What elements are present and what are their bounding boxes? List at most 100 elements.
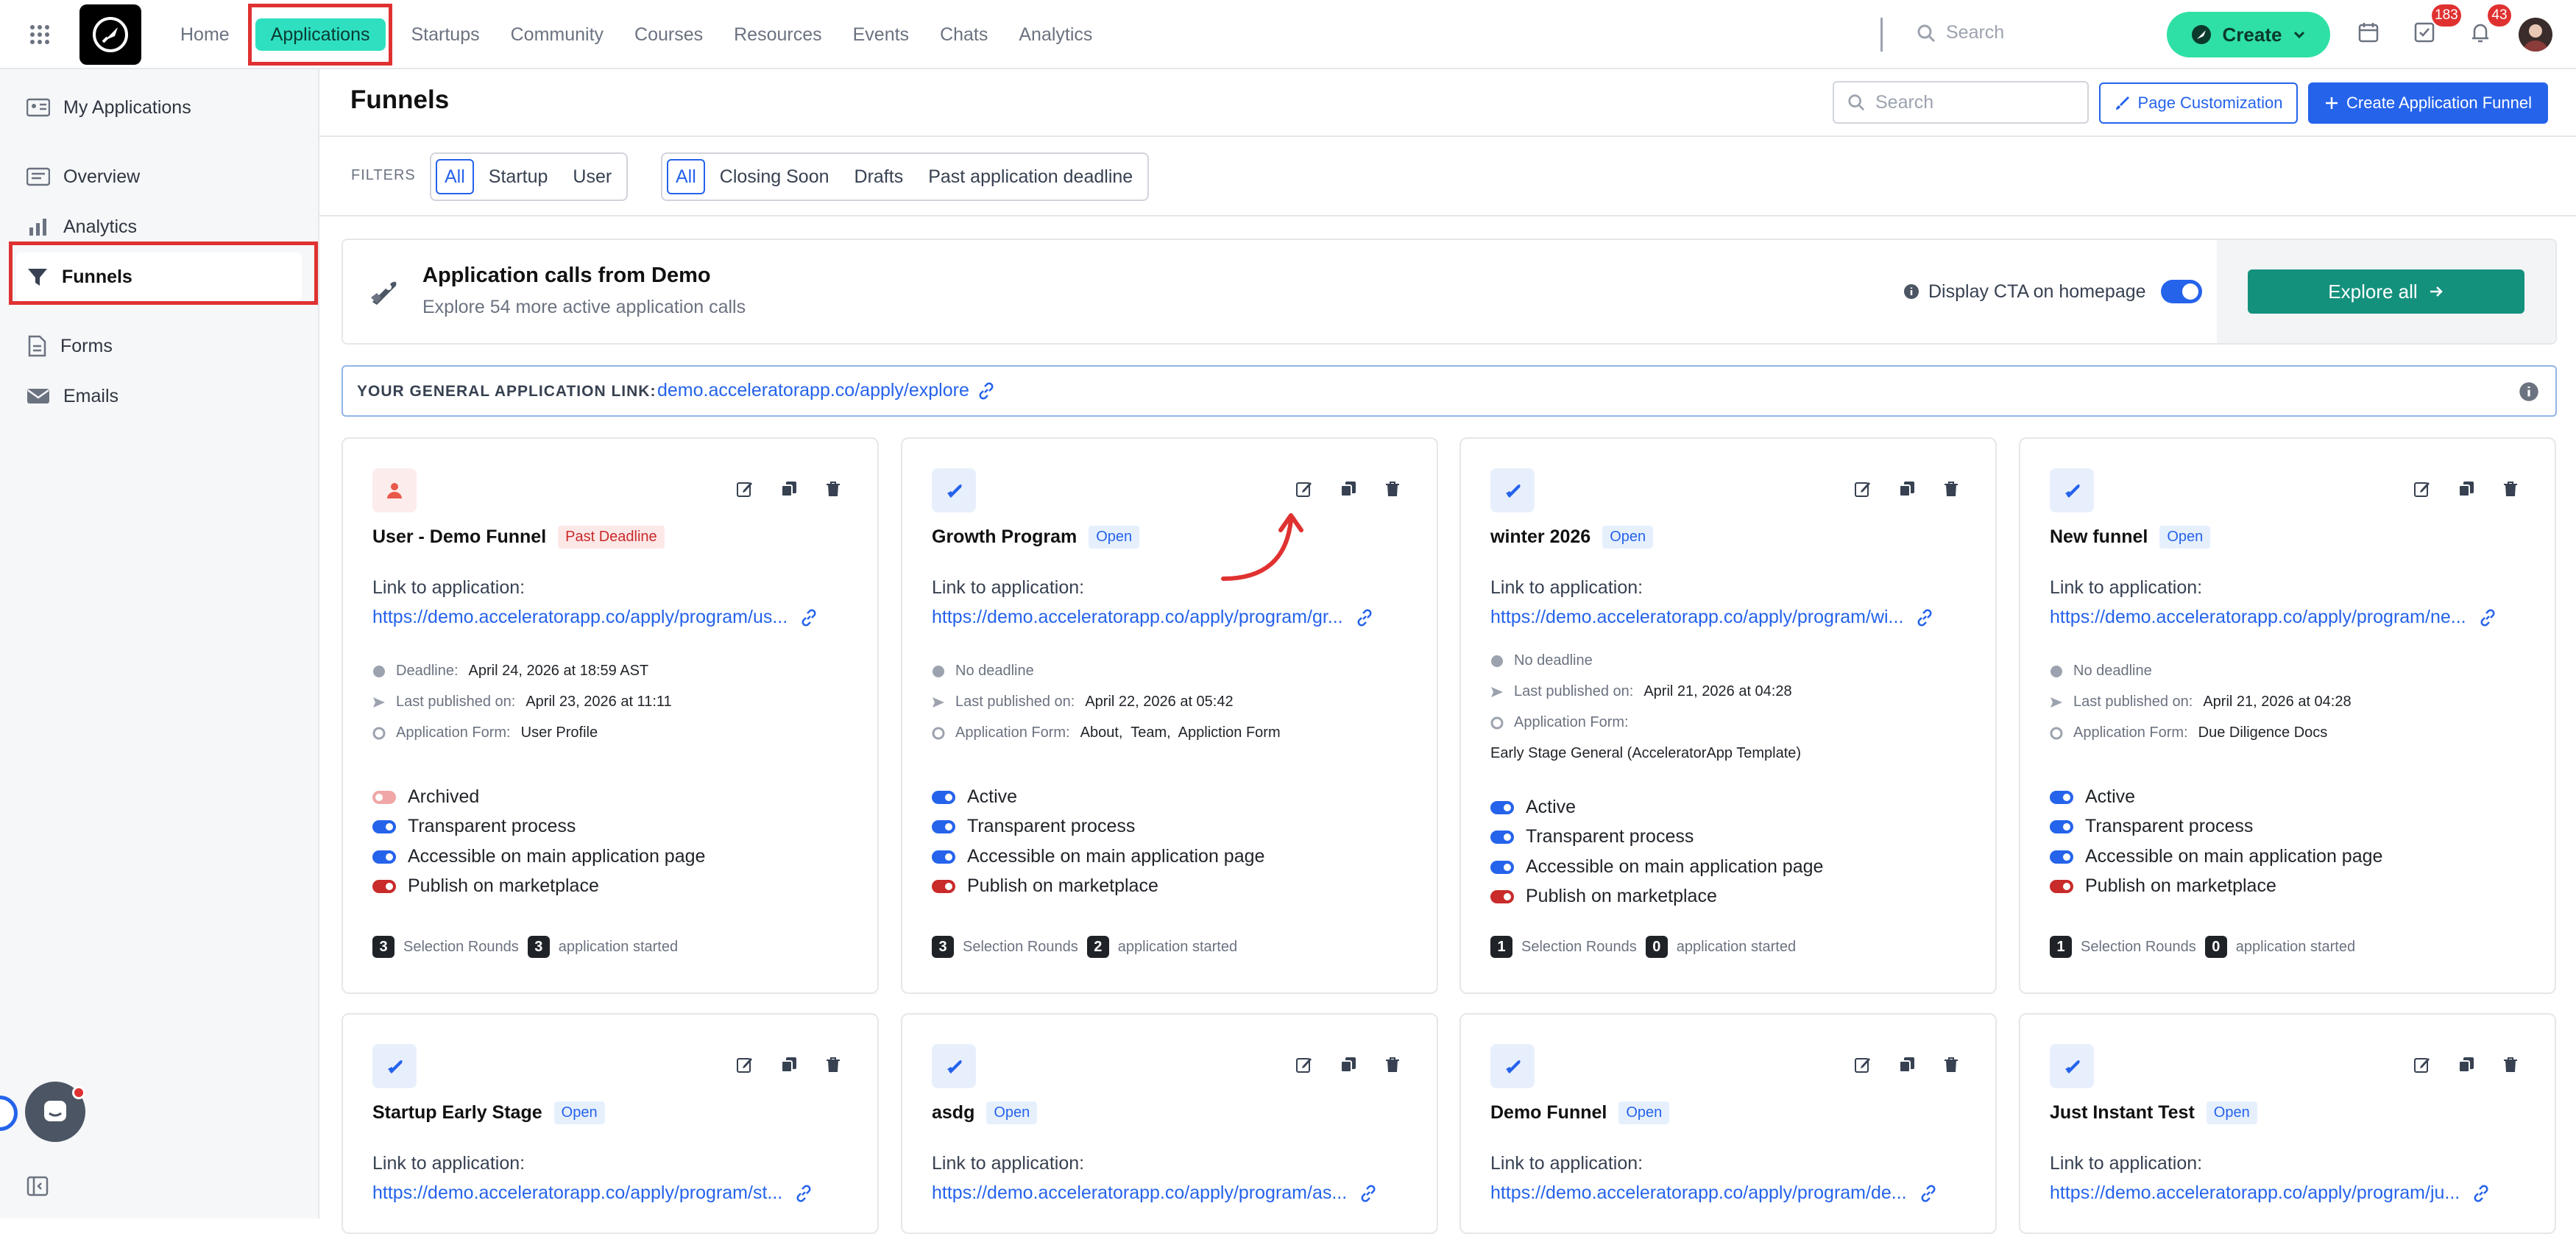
marketplace-toggle[interactable] bbox=[932, 879, 955, 893]
global-search[interactable]: Search bbox=[1917, 22, 2004, 43]
sidebar-item-forms[interactable]: Forms bbox=[26, 330, 113, 362]
create-button[interactable]: Create bbox=[2167, 12, 2330, 57]
trash-icon[interactable] bbox=[2502, 480, 2519, 498]
accessible-toggle[interactable] bbox=[932, 850, 955, 864]
marketplace-toggle[interactable] bbox=[1490, 889, 1514, 903]
edit-icon[interactable] bbox=[1295, 480, 1313, 498]
form-label: Application Form: bbox=[396, 724, 511, 741]
sidebar-item-overview[interactable]: Overview bbox=[26, 161, 140, 193]
filter-group-status: All Closing Soon Drafts Past application… bbox=[661, 152, 1150, 201]
filter-all-status[interactable]: All bbox=[667, 159, 705, 194]
nav-analytics[interactable]: Analytics bbox=[1003, 18, 1108, 51]
funnel-card[interactable]: asdg Open Link to application: https://de… bbox=[901, 1013, 1438, 1234]
edit-icon[interactable] bbox=[1295, 1056, 1313, 1073]
sidebar-item-my-applications[interactable]: My Applications bbox=[26, 91, 191, 124]
application-link[interactable]: https://demo.acceleratorapp.co/apply/pro… bbox=[2050, 607, 2497, 628]
filter-startup[interactable]: Startup bbox=[478, 159, 559, 194]
application-link[interactable]: https://demo.acceleratorapp.co/apply/pro… bbox=[932, 607, 1374, 628]
started-count: 3 bbox=[527, 936, 550, 958]
nav-startups[interactable]: Startups bbox=[396, 18, 495, 51]
archived-toggle[interactable] bbox=[372, 790, 396, 804]
display-cta-toggle[interactable] bbox=[2160, 280, 2202, 303]
active-toggle[interactable] bbox=[2050, 790, 2073, 804]
trash-icon[interactable] bbox=[1384, 480, 1401, 498]
calendar-icon[interactable] bbox=[2357, 21, 2380, 44]
funnel-card[interactable]: Just Instant Test Open Link to applicatio… bbox=[2019, 1013, 2556, 1234]
sidebar-item-emails[interactable]: Emails bbox=[26, 380, 118, 412]
funnel-card[interactable]: Demo Funnel Open Link to application: htt… bbox=[1459, 1013, 1997, 1234]
copy-icon[interactable] bbox=[1898, 1056, 1916, 1073]
trash-icon[interactable] bbox=[824, 480, 842, 498]
nav-community[interactable]: Community bbox=[495, 18, 619, 51]
nav-resources[interactable]: Resources bbox=[718, 18, 838, 51]
active-toggle[interactable] bbox=[1490, 800, 1514, 814]
application-link[interactable]: https://demo.acceleratorapp.co/apply/pro… bbox=[372, 607, 818, 628]
nav-home[interactable]: Home bbox=[165, 18, 245, 51]
copy-icon[interactable] bbox=[2458, 480, 2475, 498]
filter-user[interactable]: User bbox=[562, 159, 622, 194]
trash-icon[interactable] bbox=[824, 1056, 842, 1073]
nav-events[interactable]: Events bbox=[838, 18, 924, 51]
page-customization-button[interactable]: Page Customization bbox=[2099, 82, 2298, 124]
trash-icon[interactable] bbox=[1942, 1056, 1960, 1073]
funnel-card[interactable]: Growth Program Open Link to application: … bbox=[901, 437, 1438, 994]
marketplace-toggle[interactable] bbox=[372, 879, 396, 893]
funnel-card[interactable]: Startup Early Stage Open Link to applicat… bbox=[342, 1013, 879, 1234]
copy-icon[interactable] bbox=[780, 1056, 798, 1073]
create-application-funnel-button[interactable]: Create Application Funnel bbox=[2308, 82, 2548, 124]
transparent-toggle[interactable] bbox=[932, 819, 955, 833]
transparent-toggle[interactable] bbox=[1490, 830, 1514, 844]
accessible-toggle[interactable] bbox=[1490, 860, 1514, 874]
accessible-toggle[interactable] bbox=[2050, 850, 2073, 864]
copy-icon[interactable] bbox=[780, 480, 798, 498]
application-link[interactable]: https://demo.acceleratorapp.co/apply/pro… bbox=[1490, 607, 1934, 628]
highlight-box bbox=[9, 241, 318, 305]
edit-icon[interactable] bbox=[1854, 480, 1872, 498]
edit-icon[interactable] bbox=[1854, 1056, 1872, 1073]
edit-icon[interactable] bbox=[2413, 480, 2431, 498]
switch-row: Publish on marketplace bbox=[372, 875, 599, 897]
avatar[interactable] bbox=[2519, 18, 2552, 52]
edit-icon[interactable] bbox=[736, 480, 754, 498]
bell-icon[interactable] bbox=[2469, 21, 2492, 44]
application-link[interactable]: https://demo.acceleratorapp.co/apply/pro… bbox=[1490, 1182, 1938, 1204]
application-link[interactable]: https://demo.acceleratorapp.co/apply/pro… bbox=[372, 1182, 813, 1204]
trash-icon[interactable] bbox=[1942, 480, 1960, 498]
explore-all-button[interactable]: Explore all bbox=[2248, 269, 2524, 314]
nav-courses[interactable]: Courses bbox=[619, 18, 718, 51]
funnel-card[interactable]: winter 2026 Open Link to application: htt… bbox=[1459, 437, 1997, 994]
copy-icon[interactable] bbox=[1898, 480, 1916, 498]
transparent-toggle[interactable] bbox=[372, 819, 396, 833]
trash-icon[interactable] bbox=[1384, 1056, 1401, 1073]
active-toggle[interactable] bbox=[932, 790, 955, 804]
filter-past-deadline[interactable]: Past application deadline bbox=[918, 159, 1143, 194]
funnel-card[interactable]: New funnel Open Link to application: http… bbox=[2019, 437, 2556, 994]
collapse-sidebar-icon[interactable] bbox=[26, 1175, 49, 1197]
filter-all[interactable]: All bbox=[436, 159, 474, 194]
copy-icon[interactable] bbox=[1340, 480, 1357, 498]
sidebar-item-analytics[interactable]: Analytics bbox=[26, 211, 137, 243]
tasks-icon[interactable] bbox=[2413, 21, 2436, 44]
accessible-toggle[interactable] bbox=[372, 850, 396, 864]
trash-icon[interactable] bbox=[2502, 1056, 2519, 1073]
switch-label: Accessible on main application page bbox=[408, 846, 706, 867]
edit-icon[interactable] bbox=[2413, 1056, 2431, 1073]
application-link[interactable]: https://demo.acceleratorapp.co/apply/pro… bbox=[932, 1182, 1378, 1204]
nav-chats[interactable]: Chats bbox=[924, 18, 1003, 51]
funnel-card[interactable]: User - Demo Funnel Past Deadline Link to … bbox=[342, 437, 879, 994]
marketplace-toggle[interactable] bbox=[2050, 879, 2073, 893]
rocket-icon bbox=[1506, 1060, 1521, 1073]
general-link-url[interactable]: demo.acceleratorapp.co/apply/explore bbox=[657, 380, 996, 401]
search-input[interactable]: Search bbox=[1833, 81, 2089, 124]
filter-closing-soon[interactable]: Closing Soon bbox=[710, 159, 840, 194]
edit-icon[interactable] bbox=[736, 1056, 754, 1073]
application-link[interactable]: https://demo.acceleratorapp.co/apply/pro… bbox=[2050, 1182, 2491, 1204]
info-icon[interactable] bbox=[2519, 381, 2539, 402]
filter-drafts[interactable]: Drafts bbox=[844, 159, 914, 194]
copy-icon[interactable] bbox=[1340, 1056, 1357, 1073]
link-icon bbox=[1921, 1185, 1936, 1202]
apps-grid-icon[interactable] bbox=[29, 24, 50, 45]
app-logo[interactable] bbox=[79, 4, 141, 65]
transparent-toggle[interactable] bbox=[2050, 819, 2073, 833]
copy-icon[interactable] bbox=[2458, 1056, 2475, 1073]
